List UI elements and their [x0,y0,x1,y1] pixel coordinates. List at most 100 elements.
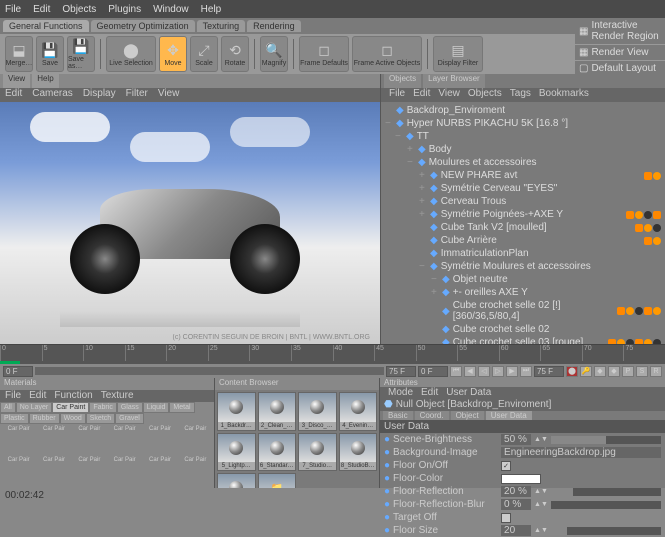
menu-edit[interactable]: Edit [33,4,50,15]
mat-tab-sketch[interactable]: Sketch [86,413,115,424]
attr-tab-coord-[interactable]: Coord. [415,411,449,420]
menu-objects[interactable]: Objects [62,4,96,15]
frame-active-objects-button[interactable]: ◻Frame Active Objects [352,36,422,72]
objects-tab-layer-browser[interactable]: Layer Browser [423,74,485,88]
expand-icon[interactable]: + [419,170,427,181]
attr-tab-user-data[interactable]: User Data [486,411,532,420]
color-swatch[interactable] [501,474,541,484]
tab-general-functions[interactable]: General Functions [3,20,89,32]
timeline-start[interactable]: 0 F [3,366,33,377]
objects-menu-objects[interactable]: Objects [468,88,502,102]
slider[interactable] [551,488,661,496]
expand-icon[interactable]: + [407,144,415,155]
expand-icon[interactable]: + [419,183,427,194]
browser-item[interactable]: 📁tex [258,473,297,488]
tree-item[interactable]: ◆ImmatriculationPlan [383,247,663,260]
key-next-button[interactable]: ◆ [608,366,620,377]
browser-item[interactable]: 8_StudioB… [339,433,378,472]
vp-menu-edit[interactable]: Edit [5,88,22,102]
key-prev-button[interactable]: ◆ [594,366,606,377]
material-item[interactable]: Car Pair [73,426,106,455]
move-button[interactable]: ✥Move [159,36,187,72]
browser-item[interactable]: 1_Backdr… [217,392,256,431]
expand-icon[interactable]: − [385,118,393,129]
vp-menu-filter[interactable]: Filter [126,88,148,102]
mat-tab-glass[interactable]: Glass [117,402,143,413]
vp-menu-display[interactable]: Display [83,88,116,102]
save-as--button[interactable]: 💾Save as… [67,36,95,72]
checkbox[interactable] [501,513,511,523]
step-forward-button[interactable]: ▶ [506,366,518,377]
tree-item[interactable]: ◆Cube Tank V2 [moulled] [383,221,663,234]
tree-item[interactable]: +◆Cerveau Trous [383,195,663,208]
goto-end-button[interactable]: ⏭ [520,366,532,377]
material-item[interactable]: Car Pair [108,426,141,455]
tree-item[interactable]: +◆Body [383,143,663,156]
object-tree[interactable]: ◆Backdrop_Enviroment−◆Hyper NURBS PIKACH… [381,102,665,344]
expand-icon[interactable]: − [395,131,403,142]
objects-menu-view[interactable]: View [438,88,460,102]
tab-texturing[interactable]: Texturing [197,20,246,32]
mat-tab-wood[interactable]: Wood [60,413,86,424]
tree-item[interactable]: ◆Cube Arrière [383,234,663,247]
attr-menu-edit[interactable]: Edit [421,387,438,398]
slider[interactable] [551,501,661,509]
attr-menu-mode[interactable]: Mode [388,387,413,398]
objects-menu-edit[interactable]: Edit [413,88,430,102]
expand-icon[interactable]: + [419,209,427,220]
timeline-range-end[interactable]: 75 F [534,366,564,377]
material-item[interactable]: Car Pair [37,426,70,455]
materials-grid[interactable]: Car PairCar PairCar PairCar PairCar Pair… [0,424,214,488]
content-browser-grid[interactable]: 1_Backdr…2_Clean_…3_Disco_…4_Evenin…5_Li… [215,390,379,488]
merge--button[interactable]: ⬓Merge… [5,36,33,72]
menu-file[interactable]: File [5,4,21,15]
frame-defaults-button[interactable]: ◻Frame Defaults [299,36,349,72]
mat-tab-liquid[interactable]: Liquid [143,402,170,413]
objects-menu-tags[interactable]: Tags [510,88,531,102]
browser-item[interactable]: 6_Standar… [258,433,297,472]
tree-item[interactable]: ◆Cube crochet selle 02 [383,323,663,336]
tree-item[interactable]: +◆Symétrie Cerveau "EYES" [383,182,663,195]
material-item[interactable]: Car Pair [143,426,176,455]
3d-viewport[interactable]: (c) CORENTIN SEGUIN DE BROIN | BNTL | WW… [0,102,380,344]
tree-item[interactable]: +◆+- oreilles AXE Y [383,286,663,299]
material-item[interactable]: Car Pair [2,426,35,455]
record-button[interactable]: ⬤ [566,366,578,377]
mat-menu-file[interactable]: File [5,390,21,402]
browser-item[interactable]: 5_Lightp… [217,433,256,472]
autokey-button[interactable]: 🔑 [580,366,592,377]
tree-item[interactable]: ◆Cube crochet selle 03 [rouge] [383,336,663,344]
material-item[interactable]: Car Pair [179,426,212,455]
browser-item[interactable]: 9_Three_… [217,473,256,488]
material-item[interactable]: Car Pair [143,457,176,486]
material-item[interactable]: Car Pair [108,457,141,486]
tree-item[interactable]: +◆NEW PHARE avt [383,169,663,182]
goto-start-button[interactable]: ⏮ [450,366,462,377]
tree-item[interactable]: −◆Hyper NURBS PIKACHU 5K [16.8 °] [383,117,663,130]
rotate-button[interactable]: ⟲Rotate [221,36,249,72]
mat-tab-car-paint[interactable]: Car Paint [52,402,89,413]
mat-menu-function[interactable]: Function [54,390,92,402]
material-item[interactable]: Car Pair [2,457,35,486]
step-back-button[interactable]: ◀ [464,366,476,377]
tree-item[interactable]: −◆Moulures et accessoires [383,156,663,169]
tree-item[interactable]: −◆TT [383,130,663,143]
mat-tab-metal[interactable]: Metal [169,402,194,413]
menu-help[interactable]: Help [201,4,222,15]
mat-tab-all[interactable]: All [0,402,16,413]
attr-tab-basic[interactable]: Basic [383,411,413,420]
tree-item[interactable]: −◆Symétrie Moulures et accessoires [383,260,663,273]
scale-button[interactable]: ⤢Scale [190,36,218,72]
vp-tab-view[interactable]: View [3,74,30,88]
shortcut-default-layout[interactable]: ▢Default Layout [575,61,665,76]
slider[interactable] [551,436,661,444]
attr-tab-object[interactable]: Object [451,411,484,420]
material-item[interactable]: Car Pair [37,457,70,486]
tree-item[interactable]: ◆Cube crochet selle 02 [!] [360/36,5/80,… [383,299,663,323]
pos-key-button[interactable]: P [622,366,634,377]
mat-menu-edit[interactable]: Edit [29,390,46,402]
tree-item[interactable]: ◆Backdrop_Enviroment [383,104,663,117]
timeline[interactable]: 051015202530354045505560657075 0 F 75 F … [0,344,665,378]
timeline-end[interactable]: 75 F [386,366,416,377]
browser-item[interactable]: 7_Studio… [298,433,337,472]
